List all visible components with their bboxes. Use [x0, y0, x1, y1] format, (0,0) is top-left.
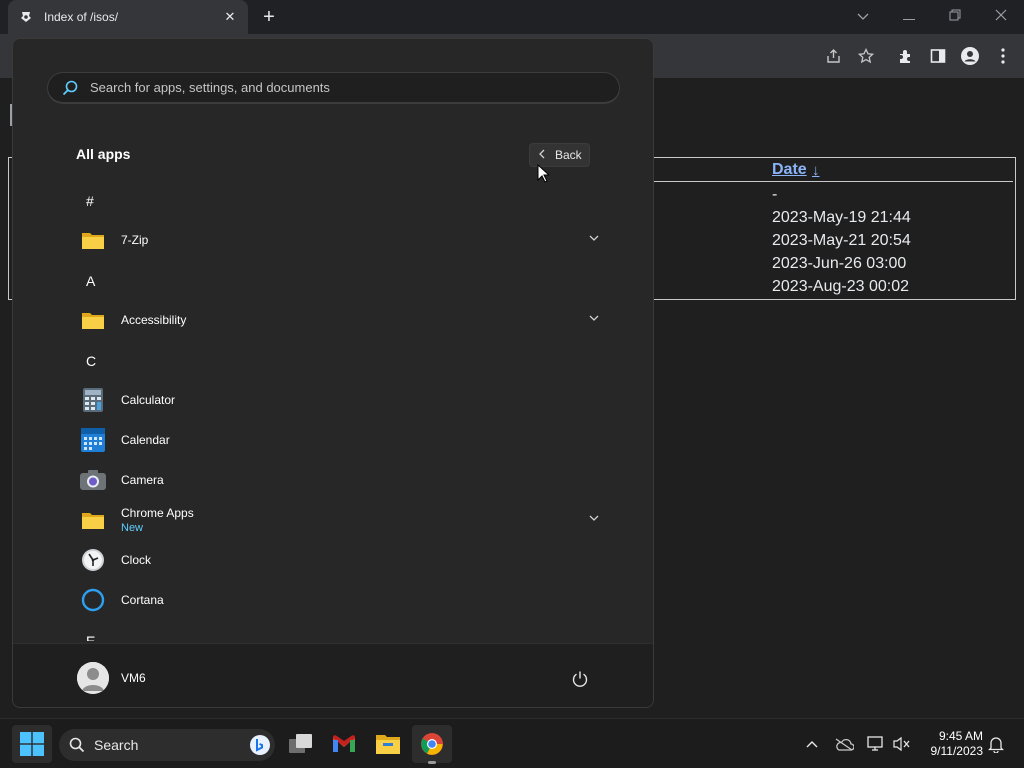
close-window-icon[interactable] [990, 5, 1012, 27]
cortana-icon [77, 584, 109, 616]
share-icon[interactable] [823, 45, 845, 67]
date-cell: 2023-Aug-23 00:02 [772, 278, 909, 295]
file-explorer-icon[interactable] [368, 725, 408, 763]
app-name: Accessibility [121, 313, 187, 327]
header-divider [653, 181, 1013, 182]
app-item-7zip[interactable]: 7-Zip [69, 220, 607, 260]
mouse-cursor-icon [537, 163, 551, 188]
more-menu-icon[interactable] [992, 45, 1014, 67]
app-item-calendar[interactable]: Calendar [69, 420, 607, 460]
notification-bell-icon[interactable] [986, 734, 1006, 754]
sort-descending-icon[interactable]: ↓ [812, 162, 820, 179]
folder-icon [77, 224, 109, 256]
user-name[interactable]: VM6 [121, 671, 146, 685]
side-panel-icon[interactable] [927, 45, 949, 67]
start-search-input[interactable] [90, 80, 590, 95]
tab-search-chevron-icon[interactable] [852, 5, 874, 27]
section-letter-c[interactable]: C [86, 353, 96, 369]
date-cell: 2023-Jun-26 03:00 [772, 255, 907, 272]
app-name: 7-Zip [121, 233, 149, 247]
app-name: Clock [121, 553, 152, 567]
chevron-down-icon[interactable] [589, 312, 599, 324]
extensions-icon[interactable] [895, 45, 917, 67]
date-column-header-link[interactable]: Date [772, 161, 807, 179]
bookmark-star-icon[interactable] [855, 45, 877, 67]
calculator-icon [77, 384, 109, 416]
user-avatar[interactable] [77, 662, 109, 694]
active-app-indicator [428, 761, 436, 764]
volume-muted-icon[interactable] [892, 734, 912, 754]
taskbar-clock[interactable]: 9:45 AM 9/11/2023 [913, 729, 984, 759]
taskbar-search-label: Search [94, 737, 139, 753]
app-name: Calendar [121, 433, 170, 447]
browser-tab[interactable]: Index of /isos/ ✕ [8, 0, 248, 34]
onedrive-icon[interactable] [834, 734, 854, 754]
restore-icon[interactable] [944, 5, 966, 27]
start-button[interactable] [12, 725, 52, 763]
minimize-icon[interactable] [898, 5, 920, 27]
taskbar: Search 9:45 AM 9/11/2023 [0, 718, 1024, 768]
chevron-up-icon[interactable] [802, 734, 822, 754]
app-name: Calculator [121, 393, 176, 407]
task-view-icon[interactable] [281, 725, 321, 763]
tab-title: Index of /isos/ [44, 10, 119, 24]
start-search-box[interactable] [47, 72, 620, 104]
back-button-label: Back [555, 148, 582, 162]
folder-icon [77, 504, 109, 536]
app-name-block: Chrome Apps New [121, 506, 194, 534]
tab-close-icon[interactable]: ✕ [222, 9, 238, 25]
app-item-clock[interactable]: Clock [69, 540, 607, 580]
clock-date: 9/11/2023 [930, 744, 984, 758]
section-letter-e[interactable]: E [86, 633, 95, 641]
new-tab-button[interactable]: + [258, 7, 280, 27]
app-item-accessibility[interactable]: Accessibility [69, 300, 607, 340]
all-apps-list: # 7-Zip A Accessibility C Calculator Cal… [13, 179, 653, 641]
chevron-down-icon[interactable] [589, 232, 599, 244]
calendar-icon [77, 424, 109, 456]
chrome-icon[interactable] [412, 725, 452, 763]
clock-icon [77, 544, 109, 576]
search-icon [60, 78, 80, 98]
taskbar-search-box[interactable]: Search [59, 729, 275, 761]
windows-logo-icon [20, 732, 44, 756]
chevron-down-icon[interactable] [589, 512, 599, 524]
page-favicon-icon [18, 9, 34, 25]
chevron-left-icon [539, 149, 545, 162]
app-name: Chrome Apps [121, 506, 194, 520]
folder-icon [77, 304, 109, 336]
section-letter-a[interactable]: A [86, 273, 95, 289]
app-name: Camera [121, 473, 164, 487]
app-item-calculator[interactable]: Calculator [69, 380, 607, 420]
power-icon[interactable] [569, 668, 591, 690]
app-name: Cortana [121, 593, 164, 607]
start-menu: All apps Back # 7-Zip A Accessibility [12, 38, 654, 708]
gmail-icon[interactable] [324, 725, 364, 763]
date-cell: 2023-May-19 21:44 [772, 209, 911, 226]
browser-tab-strip: Index of /isos/ ✕ + [0, 0, 1024, 34]
clock-time: 9:45 AM [938, 729, 983, 743]
profile-icon[interactable] [959, 45, 981, 67]
bing-icon[interactable] [249, 734, 271, 759]
date-cell: 2023-May-21 20:54 [772, 232, 911, 249]
start-menu-footer: VM6 [13, 643, 653, 707]
app-item-camera[interactable]: Camera [69, 460, 607, 500]
date-cell: - [772, 186, 778, 203]
section-letter-hash[interactable]: # [86, 193, 94, 209]
search-icon [68, 736, 86, 754]
app-item-chrome-apps[interactable]: Chrome Apps New [69, 500, 607, 540]
camera-icon [77, 464, 109, 496]
app-item-cortana[interactable]: Cortana [69, 580, 607, 620]
all-apps-heading: All apps [76, 146, 131, 162]
new-badge: New [121, 522, 144, 534]
network-icon[interactable] [866, 734, 886, 754]
